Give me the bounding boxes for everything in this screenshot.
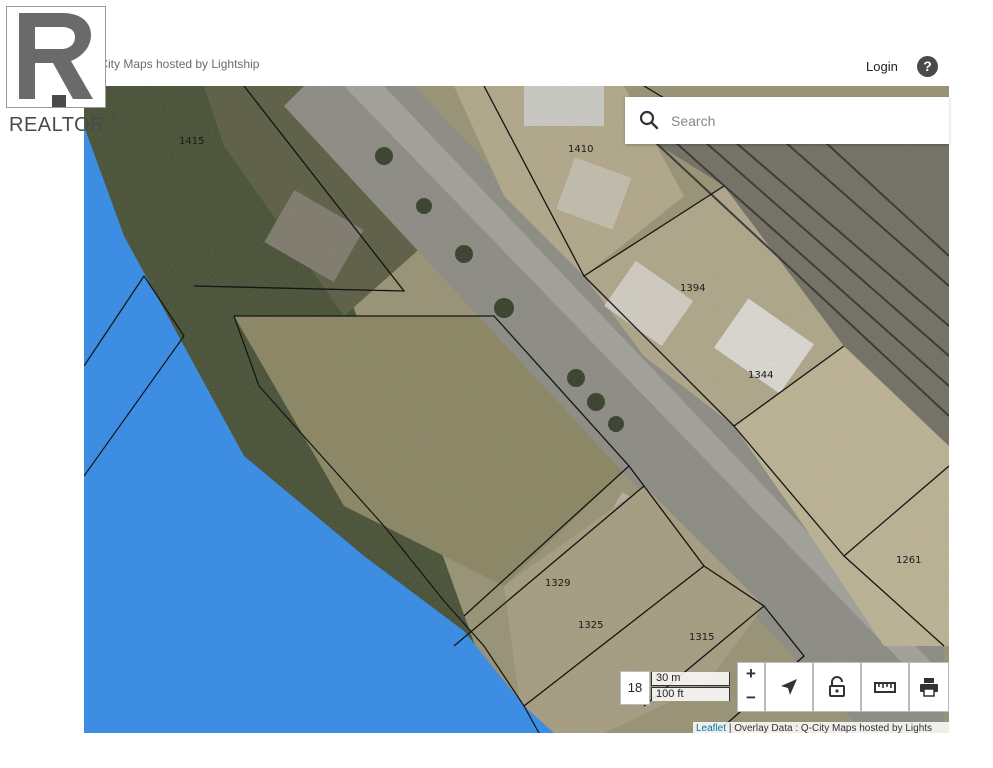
lock-icon xyxy=(829,676,845,697)
help-icon[interactable]: ? xyxy=(917,56,938,77)
parcel-label: 1394 xyxy=(680,283,706,294)
print-button[interactable] xyxy=(909,662,949,712)
realtor-brand-text: REALTOR xyxy=(9,114,106,136)
aerial-map[interactable]: 1415 1410 1394 1344 1329 1325 1315 1261 xyxy=(84,86,949,733)
scale-imperial: 100 ft xyxy=(651,687,730,701)
scale-bar: 30 m 100 ft xyxy=(651,672,730,701)
parcel-label: 1329 xyxy=(545,578,571,589)
search-input[interactable] xyxy=(669,107,933,135)
search-icon[interactable] xyxy=(639,110,659,130)
search-box xyxy=(625,97,949,144)
realtor-logo xyxy=(6,6,106,108)
zoom-level-indicator: 18 xyxy=(620,671,650,705)
parcel-label: 1415 xyxy=(179,136,205,147)
ruler-icon xyxy=(874,682,896,693)
zoom-control: + − xyxy=(737,662,765,712)
login-link[interactable]: Login xyxy=(866,59,898,74)
map-attribution: Leaflet | Overlay Data : Q-City Maps hos… xyxy=(693,722,952,736)
zoom-out-button[interactable]: − xyxy=(738,687,764,711)
parcel-label: 1315 xyxy=(689,632,715,643)
scale-metric: 30 m xyxy=(651,672,730,686)
overlay-attribution: | Overlay Data : Q-City Maps hosted by L… xyxy=(728,723,933,734)
locate-button[interactable] xyxy=(765,662,813,712)
measure-button[interactable] xyxy=(861,662,909,712)
zoom-in-button[interactable]: + xyxy=(738,663,764,687)
map-imagery xyxy=(84,86,949,733)
print-icon xyxy=(920,678,938,697)
parcel-label: 1261 xyxy=(896,555,922,566)
parcel-label: 1325 xyxy=(578,620,604,631)
leaflet-link[interactable]: Leaflet xyxy=(696,723,726,734)
parcel-label: 1410 xyxy=(568,144,594,155)
realtor-watermark: REALTOR ® xyxy=(6,6,118,136)
registered-mark: ® xyxy=(110,112,117,122)
lock-button[interactable] xyxy=(813,662,861,712)
parcel-label: 1344 xyxy=(748,370,774,381)
locate-icon xyxy=(781,679,797,695)
